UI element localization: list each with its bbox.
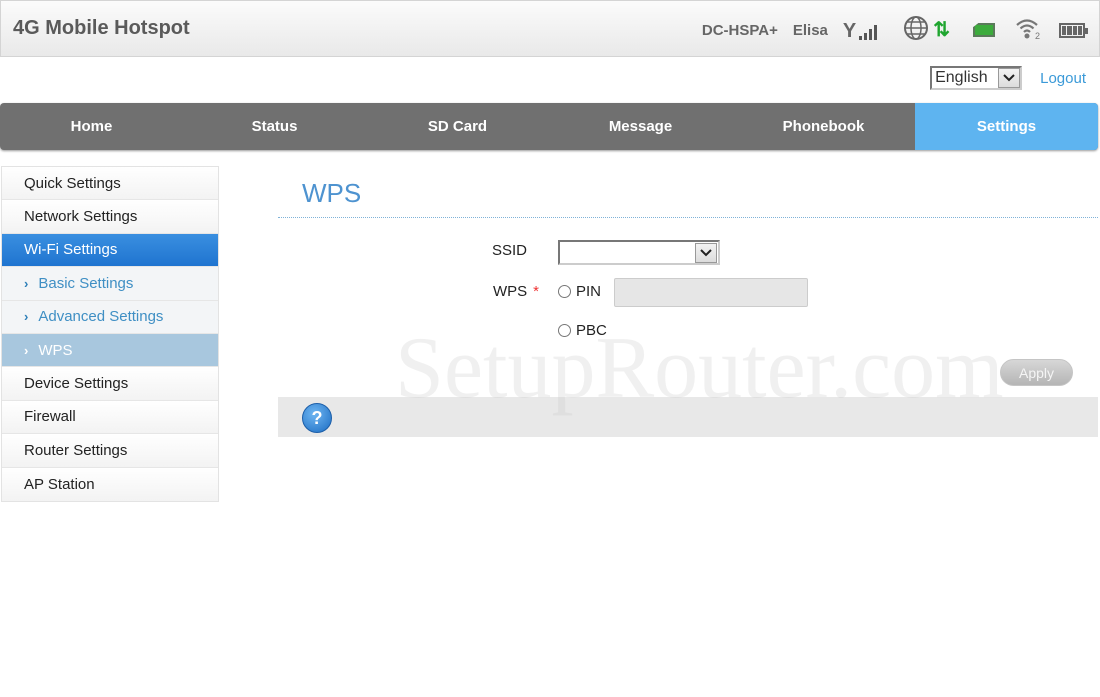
apply-button[interactable]: Apply xyxy=(1000,359,1073,386)
chevron-right-icon: › xyxy=(24,275,29,291)
wps-label-text: WPS xyxy=(493,283,528,300)
tab-sd-card[interactable]: SD Card xyxy=(366,103,549,150)
tab-home[interactable]: Home xyxy=(0,103,183,150)
status-area: DC-HSPA+ Elisa Y ⇅ 2 xyxy=(701,15,1088,46)
sidebar-item-firewall[interactable]: Firewall xyxy=(2,400,218,435)
sidebar-item-network-settings[interactable]: Network Settings xyxy=(2,200,218,234)
title-divider xyxy=(278,217,1098,218)
sidebar-item-router-settings[interactable]: Router Settings xyxy=(2,434,218,468)
globe-icon xyxy=(903,15,929,46)
sim-card-icon xyxy=(973,23,995,37)
data-transfer-icon: ⇅ xyxy=(933,19,950,41)
battery-icon xyxy=(1059,22,1088,38)
pin-radio[interactable] xyxy=(558,285,571,298)
tab-status[interactable]: Status xyxy=(183,103,366,150)
top-bar: 4G Mobile Hotspot DC-HSPA+ Elisa Y ⇅ 2 xyxy=(0,0,1100,57)
pbc-radio-label: PBC xyxy=(576,322,607,339)
wifi-client-count: 2 xyxy=(1035,31,1040,40)
page-title: WPS xyxy=(302,178,362,208)
language-row: English Logout xyxy=(930,66,1086,90)
network-type: DC-HSPA+ xyxy=(701,21,778,39)
sidebar-item-quick-settings[interactable]: Quick Settings xyxy=(2,167,218,201)
sidebar-item-advanced-settings[interactable]: › Advanced Settings xyxy=(2,300,218,334)
wps-label: WPS * xyxy=(493,283,539,300)
help-icon[interactable]: ? xyxy=(302,403,332,433)
language-select[interactable]: English xyxy=(930,66,1023,90)
pin-radio-label: PIN xyxy=(576,283,602,300)
sidebar-item-label: Advanced Settings xyxy=(38,308,164,326)
language-value: English xyxy=(935,69,988,86)
pbc-radio[interactable] xyxy=(558,324,571,337)
main-nav: Home Status SD Card Message Phonebook Se… xyxy=(0,103,1098,150)
sidebar-item-label: Basic Settings xyxy=(38,274,134,292)
chevron-down-icon[interactable] xyxy=(998,68,1021,88)
required-mark: * xyxy=(533,283,540,300)
sidebar-item-label: WPS xyxy=(38,341,73,359)
app-title: 4G Mobile Hotspot xyxy=(13,17,190,39)
pbc-radio-row[interactable]: PBC xyxy=(558,322,607,339)
sidebar-item-basic-settings[interactable]: › Basic Settings xyxy=(2,267,218,301)
tab-phonebook[interactable]: Phonebook xyxy=(732,103,915,150)
sidebar: Quick Settings Network Settings Wi-Fi Se… xyxy=(1,166,219,502)
chevron-right-icon: › xyxy=(24,342,29,358)
tab-message[interactable]: Message xyxy=(549,103,732,150)
chevron-right-icon: › xyxy=(24,309,29,325)
pin-input[interactable] xyxy=(614,278,808,307)
pin-radio-row[interactable]: PIN xyxy=(558,283,601,300)
tab-settings[interactable]: Settings xyxy=(915,103,1098,150)
sidebar-item-ap-station[interactable]: AP Station xyxy=(2,467,218,501)
wifi-icon: 2 xyxy=(1015,16,1043,45)
chevron-down-icon[interactable] xyxy=(695,242,717,263)
sidebar-item-device-settings[interactable]: Device Settings xyxy=(2,367,218,401)
sidebar-item-wps[interactable]: › WPS xyxy=(2,333,218,368)
logout-link[interactable]: Logout xyxy=(1040,70,1086,87)
ssid-select[interactable] xyxy=(558,240,720,265)
signal-strength-icon: Y xyxy=(843,20,878,41)
ssid-label: SSID xyxy=(492,242,528,259)
sidebar-item-wifi-settings[interactable]: Wi-Fi Settings xyxy=(2,233,218,268)
help-bar: ? xyxy=(278,397,1098,437)
operator-name: Elisa xyxy=(792,21,828,39)
